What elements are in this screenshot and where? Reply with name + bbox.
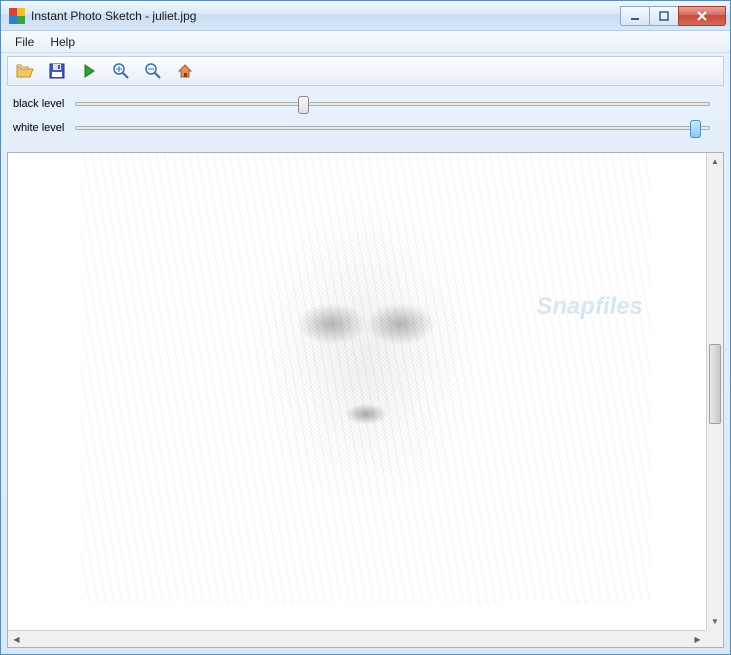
window-title: Instant Photo Sketch - juliet.jpg — [31, 9, 621, 23]
window-controls — [621, 6, 726, 26]
black-level-row: black level — [13, 92, 718, 116]
app-window: Instant Photo Sketch - juliet.jpg File H… — [0, 0, 731, 655]
vertical-scrollbar[interactable]: ▲ ▼ — [706, 153, 723, 630]
titlebar[interactable]: Instant Photo Sketch - juliet.jpg — [1, 1, 730, 31]
scroll-left-arrow[interactable]: ◀ — [8, 631, 25, 647]
save-icon — [49, 63, 65, 79]
sliders-panel: black level white level — [1, 88, 730, 146]
white-level-label: white level — [13, 122, 75, 134]
zoom-in-icon — [113, 63, 129, 79]
zoom-in-button[interactable] — [110, 60, 132, 82]
home-icon — [177, 63, 193, 79]
content-area: Snapfiles ▲ ▼ ◀ ▶ — [7, 152, 724, 648]
sketch-image — [81, 153, 651, 603]
menu-file[interactable]: File — [7, 33, 42, 51]
black-level-slider[interactable] — [75, 102, 710, 106]
white-level-slider[interactable] — [75, 126, 710, 130]
white-level-thumb[interactable] — [690, 120, 701, 138]
app-icon — [9, 8, 25, 24]
scroll-down-arrow[interactable]: ▼ — [707, 613, 723, 630]
open-icon — [16, 63, 34, 79]
scroll-right-arrow[interactable]: ▶ — [689, 631, 706, 647]
black-level-thumb[interactable] — [298, 96, 309, 114]
maximize-icon — [659, 11, 669, 21]
white-level-row: white level — [13, 116, 718, 140]
open-button[interactable] — [14, 60, 36, 82]
zoom-out-button[interactable] — [142, 60, 164, 82]
zoom-out-icon — [145, 63, 161, 79]
maximize-button[interactable] — [649, 6, 679, 26]
scroll-corner — [706, 630, 723, 647]
save-button[interactable] — [46, 60, 68, 82]
minimize-button[interactable] — [620, 6, 650, 26]
menu-help[interactable]: Help — [42, 33, 83, 51]
play-icon — [82, 64, 96, 78]
close-icon — [696, 11, 708, 21]
close-button[interactable] — [678, 6, 726, 26]
black-level-label: black level — [13, 98, 75, 110]
horizontal-scrollbar[interactable]: ◀ ▶ — [8, 630, 706, 647]
toolbar — [7, 56, 724, 86]
minimize-icon — [630, 11, 640, 21]
scroll-up-arrow[interactable]: ▲ — [707, 153, 723, 170]
canvas[interactable]: Snapfiles — [8, 153, 723, 647]
home-button[interactable] — [174, 60, 196, 82]
vertical-scroll-thumb[interactable] — [709, 344, 721, 424]
menubar: File Help — [1, 31, 730, 53]
play-button[interactable] — [78, 60, 100, 82]
